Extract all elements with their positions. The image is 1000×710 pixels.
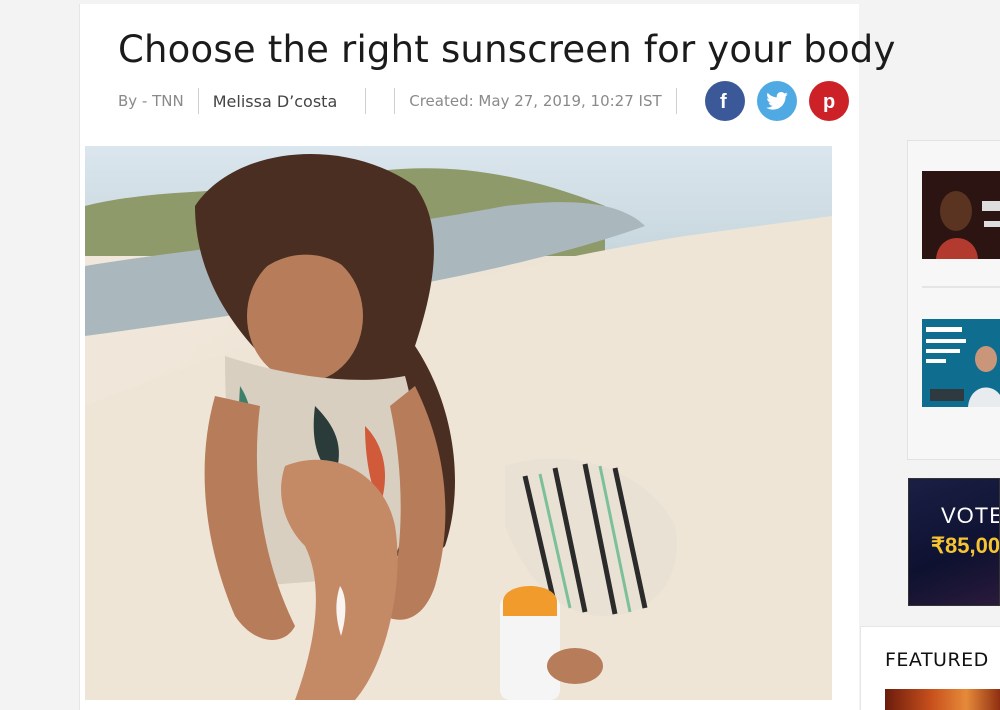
share-buttons: f p bbox=[704, 81, 849, 121]
byline-divider bbox=[675, 88, 677, 114]
author-link[interactable]: Melissa D’costa bbox=[213, 92, 338, 111]
byline-divider bbox=[197, 88, 199, 114]
svg-text:p: p bbox=[823, 91, 835, 112]
svg-text:f: f bbox=[720, 91, 727, 112]
article-byline: By - TNN Melissa D’costa Created: May 27… bbox=[118, 81, 849, 121]
facebook-share-button[interactable]: f bbox=[704, 81, 745, 121]
featured-section: FEATURED bbox=[860, 626, 1000, 710]
twitter-share-button[interactable] bbox=[756, 81, 797, 121]
vote-banner-heading: VOTE bbox=[941, 503, 1000, 528]
sidebar-ad-box bbox=[907, 140, 1000, 460]
pinterest-icon: p bbox=[823, 91, 835, 112]
featured-thumbnail[interactable] bbox=[885, 689, 1000, 710]
article-card: Choose the right sunscreen for your body… bbox=[79, 4, 895, 710]
pinterest-share-button[interactable]: p bbox=[808, 81, 849, 121]
sidebar-ad-thumbnail[interactable] bbox=[922, 319, 1000, 407]
byline-divider bbox=[365, 88, 367, 114]
featured-heading: FEATURED bbox=[885, 649, 989, 671]
article-title: Choose the right sunscreen for your body bbox=[118, 28, 896, 71]
hero-image bbox=[85, 146, 832, 700]
sidebar-ad-thumbnail[interactable] bbox=[922, 171, 1000, 259]
byline-source: By - TNN bbox=[118, 92, 184, 110]
twitter-icon bbox=[765, 92, 788, 110]
vote-banner-prize: ₹85,00 bbox=[931, 533, 1000, 558]
facebook-icon: f bbox=[720, 91, 727, 112]
sidebar-divider bbox=[922, 286, 1000, 288]
vote-promo-banner[interactable]: VOTE ₹85,00 bbox=[908, 478, 1000, 606]
byline-divider bbox=[394, 88, 396, 114]
created-date: Created: May 27, 2019, 10:27 IST bbox=[409, 92, 662, 110]
